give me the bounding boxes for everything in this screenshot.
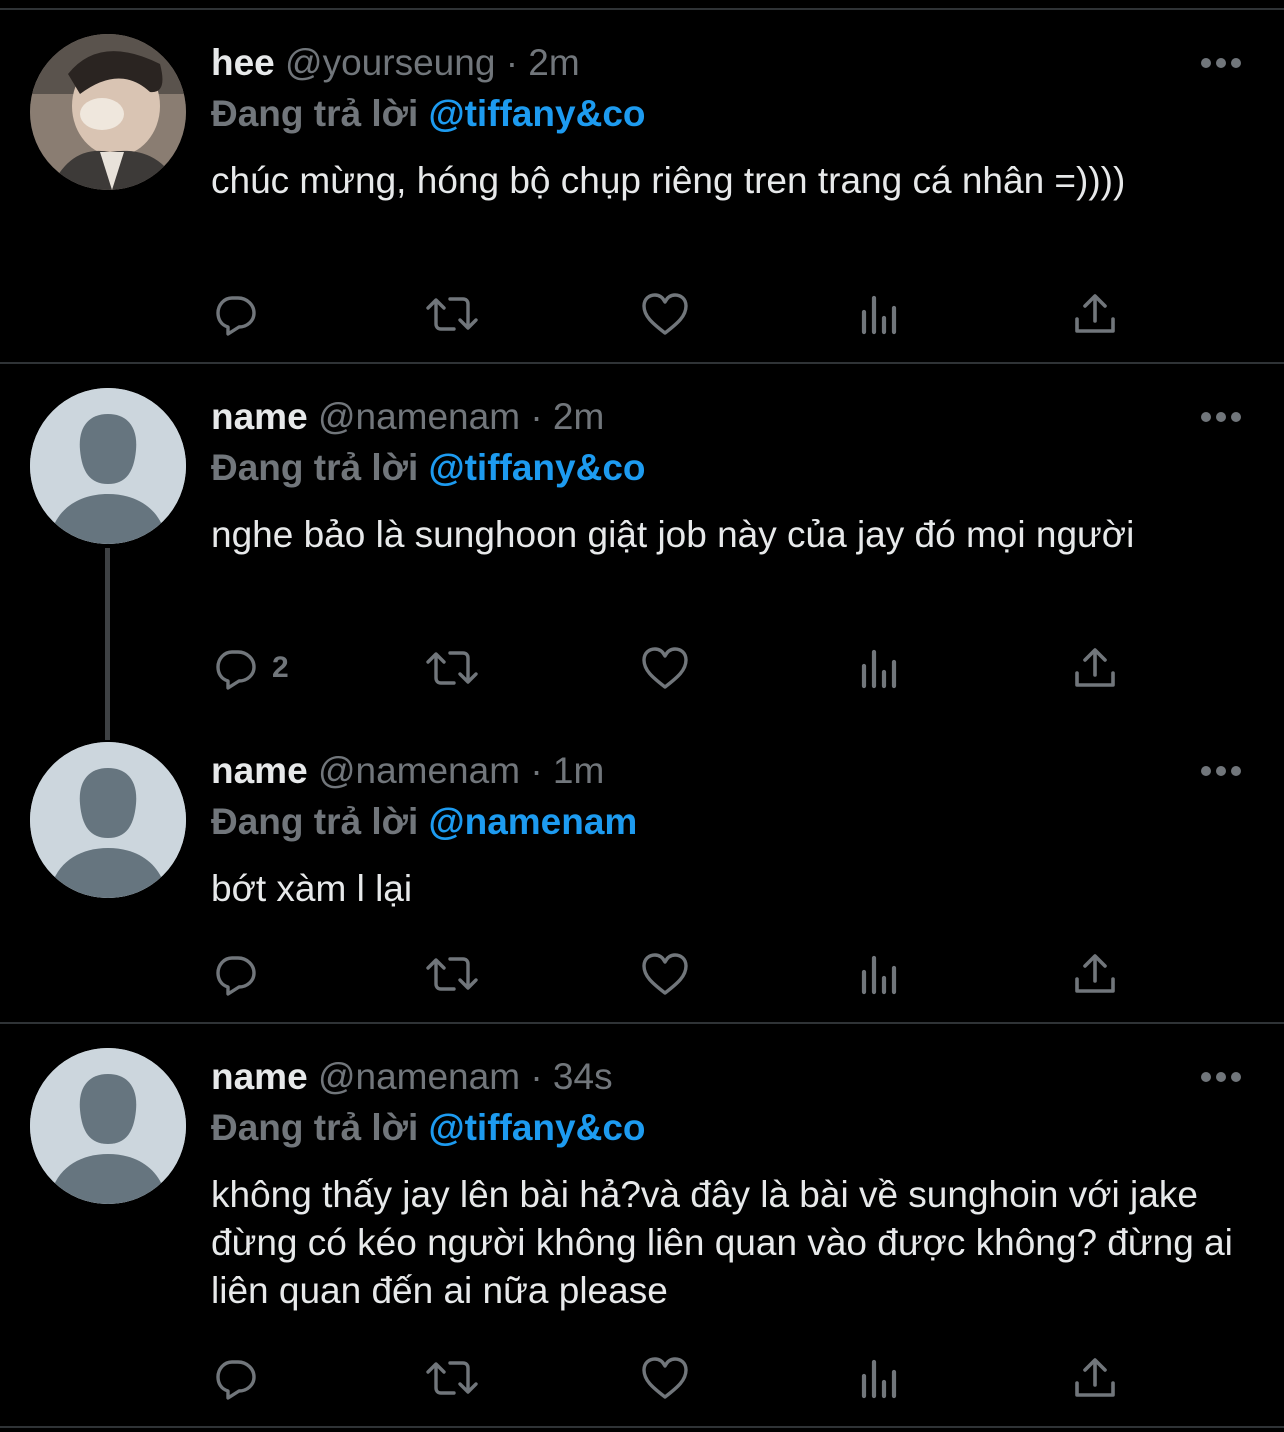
- more-icon[interactable]: [1200, 56, 1242, 70]
- display-name[interactable]: name: [211, 1056, 308, 1097]
- display-name[interactable]: name: [211, 396, 308, 437]
- default-avatar-silhouette: [30, 742, 186, 898]
- like-button[interactable]: [640, 1348, 690, 1408]
- thread-connector: [105, 548, 110, 740]
- reply-prefix: Đang trả lời: [211, 447, 419, 488]
- retweet-button[interactable]: [424, 638, 480, 698]
- separator: ·: [530, 1056, 543, 1097]
- reply-icon: [212, 644, 260, 692]
- action-bar: [0, 1348, 1284, 1408]
- share-button[interactable]: [1072, 284, 1118, 344]
- tweet-text: bớt xàm l lại: [211, 868, 413, 909]
- separator: ·: [530, 750, 543, 791]
- like-icon: [640, 291, 690, 337]
- reply-icon: [212, 950, 260, 998]
- share-icon: [1072, 1355, 1118, 1401]
- tweet-1[interactable]: hee @yourseung · 2m Đang trả lời @tiffan…: [0, 0, 1284, 362]
- reply-prefix: Đang trả lời: [211, 1107, 419, 1148]
- tweet-3[interactable]: name @namenam · 1m Đang trả lời @namenam…: [0, 718, 1284, 1020]
- replying-to: Đang trả lời @namenam: [211, 799, 637, 845]
- reply-button[interactable]: [212, 284, 260, 344]
- like-icon: [640, 1355, 690, 1401]
- like-button[interactable]: [640, 638, 690, 698]
- tweet-header: name @namenam · 34s: [211, 1054, 613, 1100]
- reply-button[interactable]: [212, 1348, 260, 1408]
- views-button[interactable]: [858, 284, 902, 344]
- views-icon: [858, 292, 902, 336]
- retweet-icon: [424, 950, 480, 998]
- reply-to-handle[interactable]: @tiffany&co: [429, 1107, 646, 1148]
- action-bar: [0, 284, 1284, 344]
- retweet-button[interactable]: [424, 284, 480, 344]
- views-icon: [858, 646, 902, 690]
- share-button[interactable]: [1072, 1348, 1118, 1408]
- reply-button[interactable]: [212, 944, 260, 1004]
- handle[interactable]: @yourseung: [285, 42, 495, 83]
- timestamp[interactable]: 2m: [528, 42, 579, 83]
- default-avatar-silhouette: [30, 1048, 186, 1204]
- avatar[interactable]: [30, 1048, 186, 1204]
- reply-icon: [212, 290, 260, 338]
- default-avatar-silhouette: [30, 388, 186, 544]
- avatar[interactable]: [30, 34, 186, 190]
- views-icon: [858, 952, 902, 996]
- retweet-button[interactable]: [424, 944, 480, 1004]
- share-icon: [1072, 645, 1118, 691]
- timestamp[interactable]: 34s: [553, 1056, 613, 1097]
- more-icon[interactable]: [1200, 764, 1242, 778]
- reply-to-handle[interactable]: @tiffany&co: [429, 447, 646, 488]
- like-button[interactable]: [640, 944, 690, 1004]
- like-icon: [640, 645, 690, 691]
- timestamp[interactable]: 2m: [553, 396, 604, 437]
- retweet-button[interactable]: [424, 1348, 480, 1408]
- reply-icon: [212, 1354, 260, 1402]
- reply-prefix: Đang trả lời: [211, 801, 419, 842]
- retweet-icon: [424, 290, 480, 338]
- action-bar: [0, 944, 1284, 1004]
- views-button[interactable]: [858, 944, 902, 1004]
- separator: ·: [505, 42, 519, 83]
- separator: ·: [530, 396, 543, 437]
- reply-prefix: Đang trả lời: [211, 93, 419, 134]
- tweet-header: name @namenam · 1m: [211, 748, 604, 794]
- photo-avatar-image: [30, 34, 186, 190]
- share-icon: [1072, 291, 1118, 337]
- avatar[interactable]: [30, 742, 186, 898]
- display-name[interactable]: name: [211, 750, 308, 791]
- tweet-header: name @namenam · 2m: [211, 394, 604, 440]
- replying-to: Đang trả lời @tiffany&co: [211, 445, 646, 491]
- tweet-divider: [0, 1426, 1284, 1428]
- share-button[interactable]: [1072, 638, 1118, 698]
- views-button[interactable]: [858, 638, 902, 698]
- like-icon: [640, 951, 690, 997]
- timestamp[interactable]: 1m: [553, 750, 604, 791]
- more-icon[interactable]: [1200, 410, 1242, 424]
- reply-to-handle[interactable]: @namenam: [429, 801, 638, 842]
- tweet-text: không thấy jay lên bài hả?và đây là bài …: [211, 1174, 1233, 1311]
- like-button[interactable]: [640, 284, 690, 344]
- retweet-icon: [424, 644, 480, 692]
- handle[interactable]: @namenam: [318, 396, 520, 437]
- action-bar: 2: [0, 638, 1284, 698]
- avatar[interactable]: [30, 388, 186, 544]
- tweet-2[interactable]: name @namenam · 2m Đang trả lời @tiffany…: [0, 364, 1284, 724]
- views-icon: [858, 1356, 902, 1400]
- replying-to: Đang trả lời @tiffany&co: [211, 1105, 646, 1151]
- tweet-text: nghe bảo là sunghoon giật job này của ja…: [211, 514, 1135, 555]
- tweet-text: chúc mừng, hóng bộ chụp riêng tren trang…: [211, 160, 1126, 201]
- display-name[interactable]: hee: [211, 42, 275, 83]
- retweet-icon: [424, 1354, 480, 1402]
- more-icon[interactable]: [1200, 1070, 1242, 1084]
- tweet-header: hee @yourseung · 2m: [211, 40, 580, 86]
- replying-to: Đang trả lời @tiffany&co: [211, 91, 646, 137]
- handle[interactable]: @namenam: [318, 750, 520, 791]
- views-button[interactable]: [858, 1348, 902, 1408]
- reply-button[interactable]: 2: [212, 638, 289, 698]
- tweet-4[interactable]: name @namenam · 34s Đang trả lời @tiffan…: [0, 1024, 1284, 1424]
- reply-to-handle[interactable]: @tiffany&co: [429, 93, 646, 134]
- reply-count: 2: [272, 651, 289, 684]
- handle[interactable]: @namenam: [318, 1056, 520, 1097]
- share-icon: [1072, 951, 1118, 997]
- share-button[interactable]: [1072, 944, 1118, 1004]
